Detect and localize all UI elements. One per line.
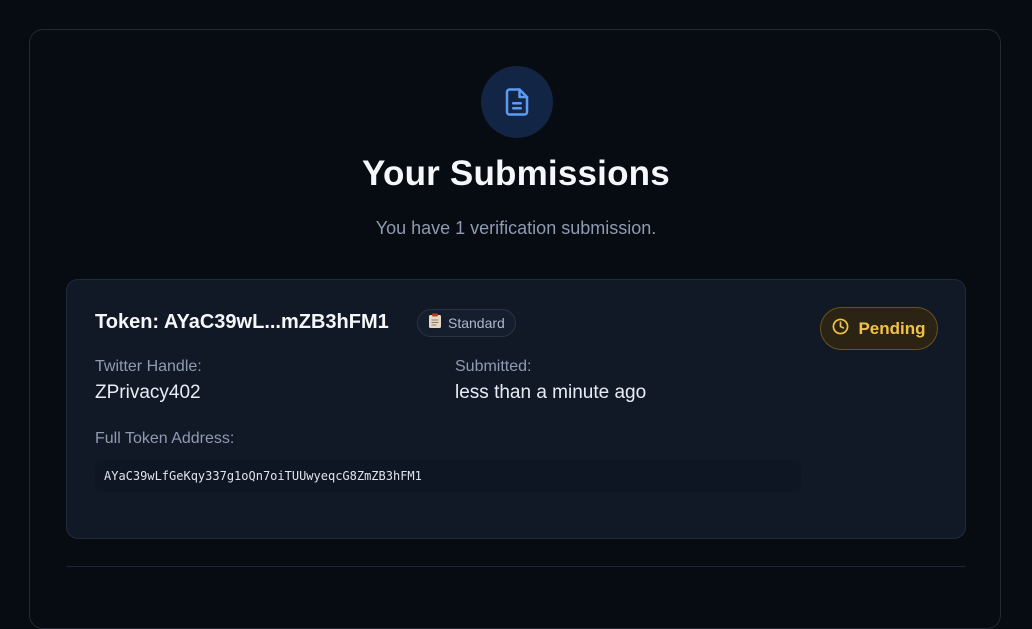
page-subtitle: You have 1 verification submission.: [375, 218, 657, 238]
twitter-handle-value: ZPrivacy402: [95, 382, 201, 403]
status-badge-label: Pending: [858, 318, 926, 338]
type-badge: Standard: [417, 309, 516, 337]
clipboard-icon: [428, 313, 442, 334]
token-address-value[interactable]: AYaC39wLfGeKqy337g1oQn7oiTUUwyeqcG8ZmZB3…: [104, 469, 422, 483]
submitted-label: Submitted:: [455, 358, 532, 375]
submissions-panel: Your Submissions You have 1 verification…: [29, 29, 1001, 629]
page-title: Your Submissions: [362, 154, 670, 193]
divider: [66, 566, 966, 567]
twitter-handle-label: Twitter Handle:: [95, 358, 202, 375]
token-address-label: Full Token Address:: [95, 430, 235, 447]
token-title: Token: AYaC39wL...mZB3hFM1: [95, 311, 389, 333]
submission-card[interactable]: Token: AYaC39wL...mZB3hFM1 Standard Pend…: [66, 279, 966, 539]
clock-icon: [832, 318, 849, 340]
status-badge: Pending: [820, 307, 938, 350]
type-badge-label: Standard: [448, 315, 505, 331]
token-address-box[interactable]: AYaC39wLfGeKqy337g1oQn7oiTUUwyeqcG8ZmZB3…: [95, 460, 801, 492]
file-text-icon: [481, 66, 553, 138]
submitted-value: less than a minute ago: [455, 382, 647, 403]
